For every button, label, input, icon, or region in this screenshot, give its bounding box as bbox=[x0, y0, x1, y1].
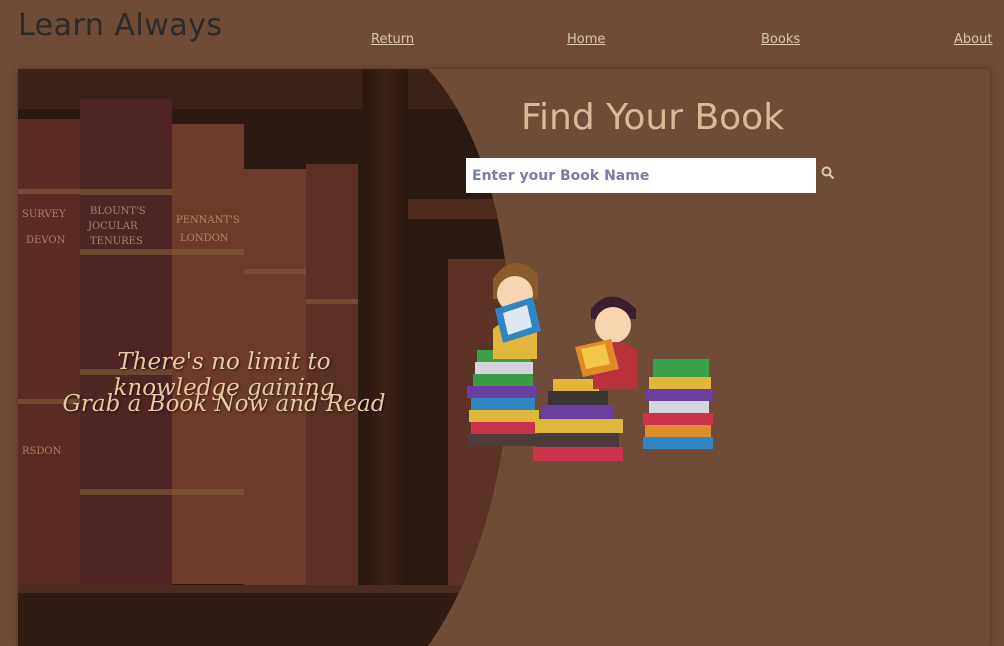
svg-text:RSDON: RSDON bbox=[22, 446, 62, 457]
search-icon[interactable] bbox=[821, 166, 835, 180]
svg-text:LONDON: LONDON bbox=[180, 233, 229, 244]
nav-about-link[interactable]: About bbox=[954, 32, 992, 47]
site-brand: Learn Always bbox=[18, 8, 223, 43]
svg-text:SURVEY: SURVEY bbox=[22, 209, 66, 220]
find-book-title: Find Your Book bbox=[520, 97, 785, 138]
hero-tagline-line2: Grab a Book Now and Read bbox=[62, 391, 386, 417]
kids-reading-illustration bbox=[467, 262, 713, 461]
svg-text:PENNANT'S: PENNANT'S bbox=[176, 215, 240, 226]
nav-home-link[interactable]: Home bbox=[567, 32, 605, 47]
nav-return-link[interactable]: Return bbox=[371, 32, 414, 47]
nav-books-link[interactable]: Books bbox=[761, 32, 800, 47]
main-panel: SURVEY DEVON BLOUNT'S JOCULAR TENURES PE… bbox=[18, 69, 990, 646]
top-bar: Learn Always Return Home Books About bbox=[0, 0, 1004, 60]
svg-text:DEVON: DEVON bbox=[26, 235, 66, 246]
svg-text:JOCULAR: JOCULAR bbox=[87, 221, 138, 232]
svg-text:TENURES: TENURES bbox=[90, 236, 143, 247]
svg-text:BLOUNT'S: BLOUNT'S bbox=[90, 206, 146, 217]
book-search-input[interactable] bbox=[466, 158, 816, 193]
